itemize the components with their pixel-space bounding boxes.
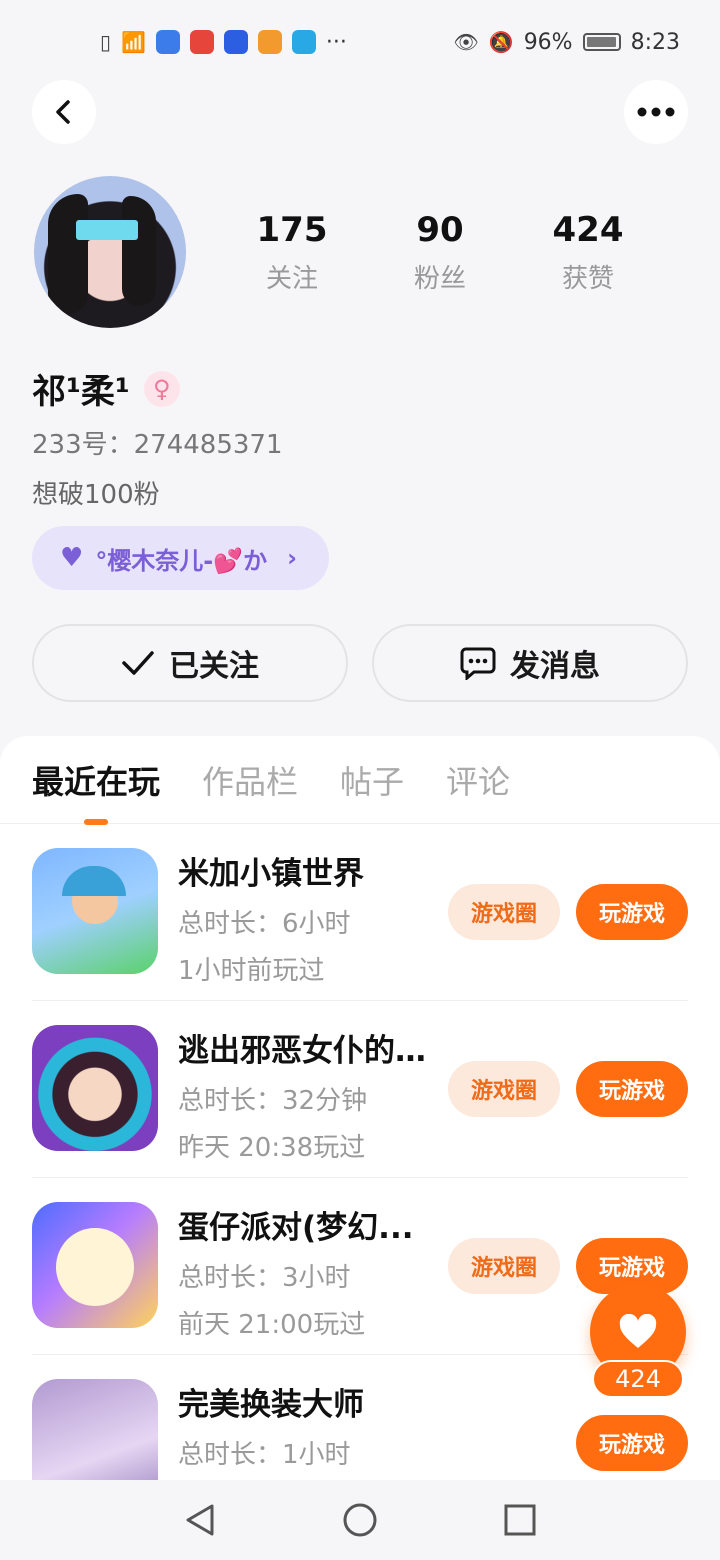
- game-icon[interactable]: [32, 1025, 158, 1151]
- status-right: 👁 🔕 96% 8:23: [453, 30, 680, 55]
- play-game-button[interactable]: 玩游戏: [576, 1061, 688, 1117]
- chevron-right-icon: ›: [287, 544, 298, 572]
- app-notification-icon: [155, 30, 180, 54]
- avatar-hair: [122, 196, 156, 306]
- name-row: 祁¹柔¹ ♀: [32, 364, 180, 413]
- game-last-played: 昨天 20:38玩过: [178, 1133, 366, 1163]
- game-duration: 总时长：3小时: [178, 1263, 351, 1293]
- chat-bubble-icon: [460, 647, 496, 680]
- tab-recent-played[interactable]: 最近在玩: [32, 757, 160, 803]
- stat-label: 粉丝: [413, 264, 466, 294]
- message-button[interactable]: 发消息: [372, 624, 688, 702]
- game-circle-button[interactable]: 游戏圈: [448, 884, 560, 940]
- tab-comments[interactable]: 评论: [446, 757, 510, 803]
- check-icon: [122, 651, 154, 675]
- back-arrow-icon: [56, 100, 70, 124]
- stat-number: 90: [416, 210, 464, 250]
- app-notification-icon: [189, 30, 214, 54]
- avatar[interactable]: [34, 176, 186, 328]
- stat-label: 获赞: [561, 264, 614, 294]
- app-notification-icon: [291, 30, 316, 54]
- game-info: 蛋仔派对(梦幻... 总时长：3小时 前天 21:00玩过: [178, 1202, 428, 1341]
- game-name: 完美换装大师: [178, 1387, 364, 1423]
- clock: 8:23: [630, 29, 680, 55]
- list-item[interactable]: 米加小镇世界 总时长：6小时 1小时前玩过 游戏圈 玩游戏: [32, 824, 688, 1001]
- stat-number: 424: [552, 210, 624, 250]
- stat-number: 175: [256, 210, 328, 250]
- bio: 想破100粉: [32, 480, 160, 510]
- game-list: 米加小镇世界 总时长：6小时 1小时前玩过 游戏圈 玩游戏 逃出邪恶女仆的...…: [0, 824, 720, 1532]
- game-last-played: 前天 21:00玩过: [178, 1310, 366, 1340]
- tab-posts[interactable]: 帖子: [340, 757, 404, 803]
- game-circle-button[interactable]: 游戏圈: [448, 1238, 560, 1294]
- tag-text: °樱木奈儿-💕か: [95, 546, 268, 575]
- game-circle-button[interactable]: 游戏圈: [448, 1061, 560, 1117]
- status-bar: ▯ 📶 ··· 👁 🔕 96% 8:23: [0, 0, 720, 84]
- list-item[interactable]: 逃出邪恶女仆的... 总时长：32分钟 昨天 20:38玩过 游戏圈 玩游戏: [32, 1001, 688, 1178]
- alert-icon: ▯: [100, 30, 112, 54]
- game-icon[interactable]: [32, 848, 158, 974]
- game-last-played: 1小时前玩过: [178, 956, 325, 986]
- game-info: 米加小镇世界 总时长：6小时 1小时前玩过: [178, 848, 428, 987]
- game-icon-character: [56, 1228, 134, 1306]
- stat-followers[interactable]: 90 粉丝: [366, 210, 514, 295]
- avatar-visor: [76, 220, 138, 240]
- heart-icon: [619, 1314, 657, 1348]
- battery-icon: [582, 33, 621, 51]
- nav-back-icon[interactable]: [182, 1502, 218, 1538]
- message-label: 发消息: [510, 649, 600, 684]
- tab-works[interactable]: 作品栏: [202, 757, 298, 803]
- like-count-badge: 424: [592, 1360, 684, 1398]
- stat-following[interactable]: 175 关注: [218, 210, 366, 295]
- relationship-tag[interactable]: ♥ °樱木奈儿-💕か ›: [32, 526, 330, 590]
- back-button[interactable]: [32, 80, 96, 144]
- eye-icon: 👁: [453, 30, 479, 54]
- app-notification-icon: [223, 30, 248, 54]
- play-game-button[interactable]: 玩游戏: [576, 1415, 688, 1471]
- tab-bar: 最近在玩 作品栏 帖子 评论: [0, 736, 720, 824]
- profile-stats: 175 关注 90 粉丝 424 获赞: [218, 210, 662, 295]
- nav-recents-icon[interactable]: [502, 1502, 538, 1538]
- more-notifications: ···: [325, 29, 347, 55]
- nav-home-icon[interactable]: [342, 1502, 378, 1538]
- app-notification-icon: [257, 30, 282, 54]
- heart-icon: ♥: [60, 543, 84, 573]
- avatar-hair: [48, 194, 88, 314]
- user-id: 233号：274485371: [32, 430, 283, 460]
- female-icon: ♀: [143, 370, 180, 407]
- play-game-button[interactable]: 玩游戏: [576, 884, 688, 940]
- game-name: 米加小镇世界: [178, 856, 364, 892]
- more-button[interactable]: [624, 80, 688, 144]
- followed-label: 已关注: [169, 649, 259, 684]
- followed-button[interactable]: 已关注: [32, 624, 348, 702]
- game-duration: 总时长：32分钟: [178, 1086, 368, 1116]
- stat-label: 关注: [265, 264, 318, 294]
- game-name: 蛋仔派对(梦幻...: [178, 1210, 414, 1246]
- mute-bell-icon: 🔕: [488, 30, 514, 54]
- game-icon[interactable]: [32, 1202, 158, 1328]
- status-left: ▯ 📶 ···: [100, 30, 347, 55]
- game-duration: 总时长：1小时: [178, 1440, 351, 1470]
- wifi-icon: 📶: [121, 30, 146, 54]
- game-info: 逃出邪恶女仆的... 总时长：32分钟 昨天 20:38玩过: [178, 1025, 428, 1164]
- more-dots-icon: [637, 107, 675, 117]
- username: 祁¹柔¹: [32, 372, 130, 412]
- game-name: 逃出邪恶女仆的...: [178, 1033, 428, 1069]
- game-icon-character: [62, 866, 126, 896]
- battery-percent: 96%: [523, 29, 573, 55]
- system-nav-bar: [0, 1480, 720, 1560]
- game-duration: 总时长：6小时: [178, 909, 351, 939]
- game-info: 完美换装大师 总时长：1小时: [178, 1379, 428, 1471]
- stat-likes[interactable]: 424 获赞: [514, 210, 662, 295]
